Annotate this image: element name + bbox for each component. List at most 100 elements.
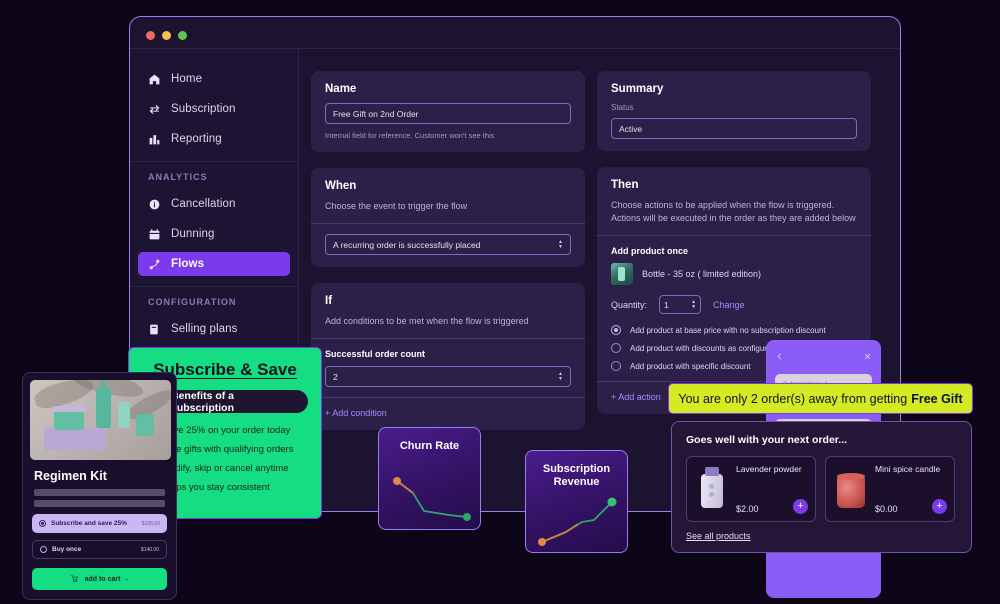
flow-icon — [148, 258, 161, 271]
product-image — [30, 380, 171, 460]
upsell-item-lavender-powder[interactable]: Lavender powder $2.00 + — [686, 456, 816, 522]
status-value: Active — [619, 123, 643, 134]
if-card: If Add conditions to be met when the flo… — [311, 283, 585, 431]
free-gift-banner: You are only 2 order(s) away from gettin… — [668, 383, 973, 414]
churn-rate-title: Churn Rate — [399, 440, 460, 452]
sidebar-divider-2 — [130, 286, 298, 287]
screen-root: Home Subscription Reporting ANALYTICS Ca… — [0, 0, 1000, 604]
product-bottle-wide — [136, 414, 154, 436]
see-all-products-link[interactable]: See all products — [686, 531, 751, 541]
quantity-stepper[interactable]: 1 ▲ ▼ — [659, 295, 702, 315]
quantity-row: Quantity: 1 ▲ ▼ Change — [611, 295, 857, 315]
sidebar-divider-1 — [130, 161, 298, 162]
status-label: Status — [611, 103, 634, 112]
sidebar-item-label: Flows — [171, 258, 205, 270]
bottle-icon — [695, 464, 729, 514]
stepper-icon[interactable]: ▲ ▼ — [558, 239, 563, 250]
action-title: Add product once — [611, 246, 688, 257]
name-card: Name Free Gift on 2nd Order Internal fie… — [311, 71, 585, 152]
sidebar-item-flows[interactable]: Flows — [138, 252, 290, 276]
if-card-divider-1 — [311, 338, 585, 340]
if-card-subtitle: Add conditions to be met when the flow i… — [325, 316, 529, 327]
sidebar-item-label: Reporting — [171, 133, 222, 145]
pricing-option-label: Add product with specific discount — [630, 361, 751, 371]
upsell-title: Goes well with your next order... — [686, 434, 848, 446]
upsell-item-name: Lavender powder — [736, 464, 802, 474]
product-name: Bottle - 35 oz ( limited edition) — [642, 269, 762, 280]
sidebar-item-home[interactable]: Home — [138, 67, 290, 91]
radio-base-price[interactable] — [611, 325, 621, 336]
benefit-label: Free gifts with qualifying orders — [162, 443, 294, 455]
product-thumbnail — [611, 263, 633, 286]
product-skeleton-line — [34, 500, 165, 507]
action-product-row: Bottle - 35 oz ( limited edition) — [611, 263, 857, 286]
stepper-icon[interactable]: ▲ ▼ — [691, 299, 696, 310]
sidebar-section-configuration: CONFIGURATION — [148, 297, 237, 307]
when-card: When Choose the event to trigger the flo… — [311, 168, 585, 268]
close-window-button[interactable] — [146, 31, 155, 40]
radio-specific-discount[interactable] — [611, 361, 621, 372]
pricing-option-label: Add product with discounts as configured — [630, 343, 776, 353]
subscription-revenue-sparkline — [538, 497, 617, 546]
churn-rate-card[interactable]: Churn Rate — [378, 427, 481, 530]
churn-rate-sparkline — [393, 477, 471, 521]
radio-configured-discount[interactable] — [611, 343, 621, 354]
benefits-chip-label: Benefits of a subscription — [171, 389, 235, 414]
sidebar-item-cancellation[interactable]: Cancellation — [138, 192, 290, 216]
product-card: Regimen Kit Subscribe and save 25% $105.… — [22, 372, 177, 600]
add-to-cart-button[interactable]: add to cart → — [32, 568, 167, 590]
when-card-title: When — [325, 180, 357, 192]
chevron-left-icon[interactable] — [775, 348, 784, 366]
add-condition-link[interactable]: + Add condition — [325, 408, 571, 418]
upsell-item-mini-spice-candle[interactable]: Mini spice candle $0.00 + — [825, 456, 955, 522]
add-upsell-item-button[interactable]: + — [932, 499, 947, 514]
summary-card-title: Summary — [611, 83, 664, 95]
purchase-option-subscribe[interactable]: Subscribe and save 25% $105.00 — [32, 514, 167, 533]
product-card-title: Regimen Kit — [34, 469, 107, 483]
maximize-window-button[interactable] — [178, 31, 187, 40]
purchase-option-once[interactable]: Buy once $140.00 — [32, 540, 167, 559]
stepper-icon[interactable]: ▲ ▼ — [558, 371, 563, 382]
trigger-event-select[interactable]: A recurring order is successfully placed… — [325, 234, 571, 256]
flow-name-input[interactable]: Free Gift on 2nd Order — [325, 103, 571, 124]
summary-card: Summary Status Active — [597, 71, 871, 151]
benefit-label: Helps you stay consistent — [162, 481, 270, 493]
quantity-value: 1 — [664, 299, 669, 310]
free-gift-banner-text: You are only 2 order(s) away from gettin… — [678, 391, 908, 406]
calendar-icon — [148, 228, 161, 241]
sidebar-item-selling-plans[interactable]: Selling plans — [138, 317, 290, 341]
status-select[interactable]: Active — [611, 118, 857, 139]
product-jar-lid — [52, 406, 86, 412]
sidebar-section-analytics: ANALYTICS — [148, 172, 208, 182]
minimize-window-button[interactable] — [162, 31, 171, 40]
product-bottle-neck — [101, 381, 106, 390]
sidebar-item-dunning[interactable]: Dunning — [138, 222, 290, 246]
order-count-input[interactable]: 2 ▲ ▼ — [325, 366, 571, 388]
sidebar-item-reporting[interactable]: Reporting — [138, 127, 290, 151]
subscription-revenue-title: Subscription Revenue — [542, 463, 611, 489]
sidebar-item-label: Subscription — [171, 103, 236, 115]
change-product-link[interactable]: Change — [713, 300, 745, 310]
subscription-revenue-card[interactable]: Subscription Revenue — [525, 450, 628, 553]
upsell-item-name: Mini spice candle — [875, 464, 941, 474]
close-icon[interactable] — [863, 348, 872, 366]
when-card-divider — [311, 223, 585, 225]
pricing-option-row[interactable]: Add product at base price with no subscr… — [611, 325, 857, 336]
add-upsell-item-button[interactable]: + — [793, 499, 808, 514]
purchase-option-price: $140.00 — [140, 546, 159, 553]
benefit-label: Modify, skip or cancel anytime — [162, 462, 289, 474]
then-card-title: Then — [611, 179, 639, 191]
purchase-option-label: Buy once — [52, 546, 82, 553]
sidebar-item-label: Cancellation — [171, 198, 236, 210]
product-pedestal — [44, 428, 106, 450]
then-card-subtitle-2: Actions will be executed in the order as… — [611, 213, 856, 224]
free-gift-banner-highlight: Free Gift — [911, 391, 963, 406]
then-card-subtitle-1: Choose actions to be applied when the fl… — [611, 200, 835, 210]
add-to-cart-label: add to cart → — [84, 575, 130, 583]
clipboard-icon — [148, 323, 161, 336]
benefit-label: Save 25% on your order today — [162, 424, 291, 436]
cart-icon — [70, 574, 79, 585]
sidebar-item-subscription[interactable]: Subscription — [138, 97, 290, 121]
if-card-title: If — [325, 295, 333, 308]
trigger-event-value: A recurring order is successfully placed — [333, 239, 481, 250]
